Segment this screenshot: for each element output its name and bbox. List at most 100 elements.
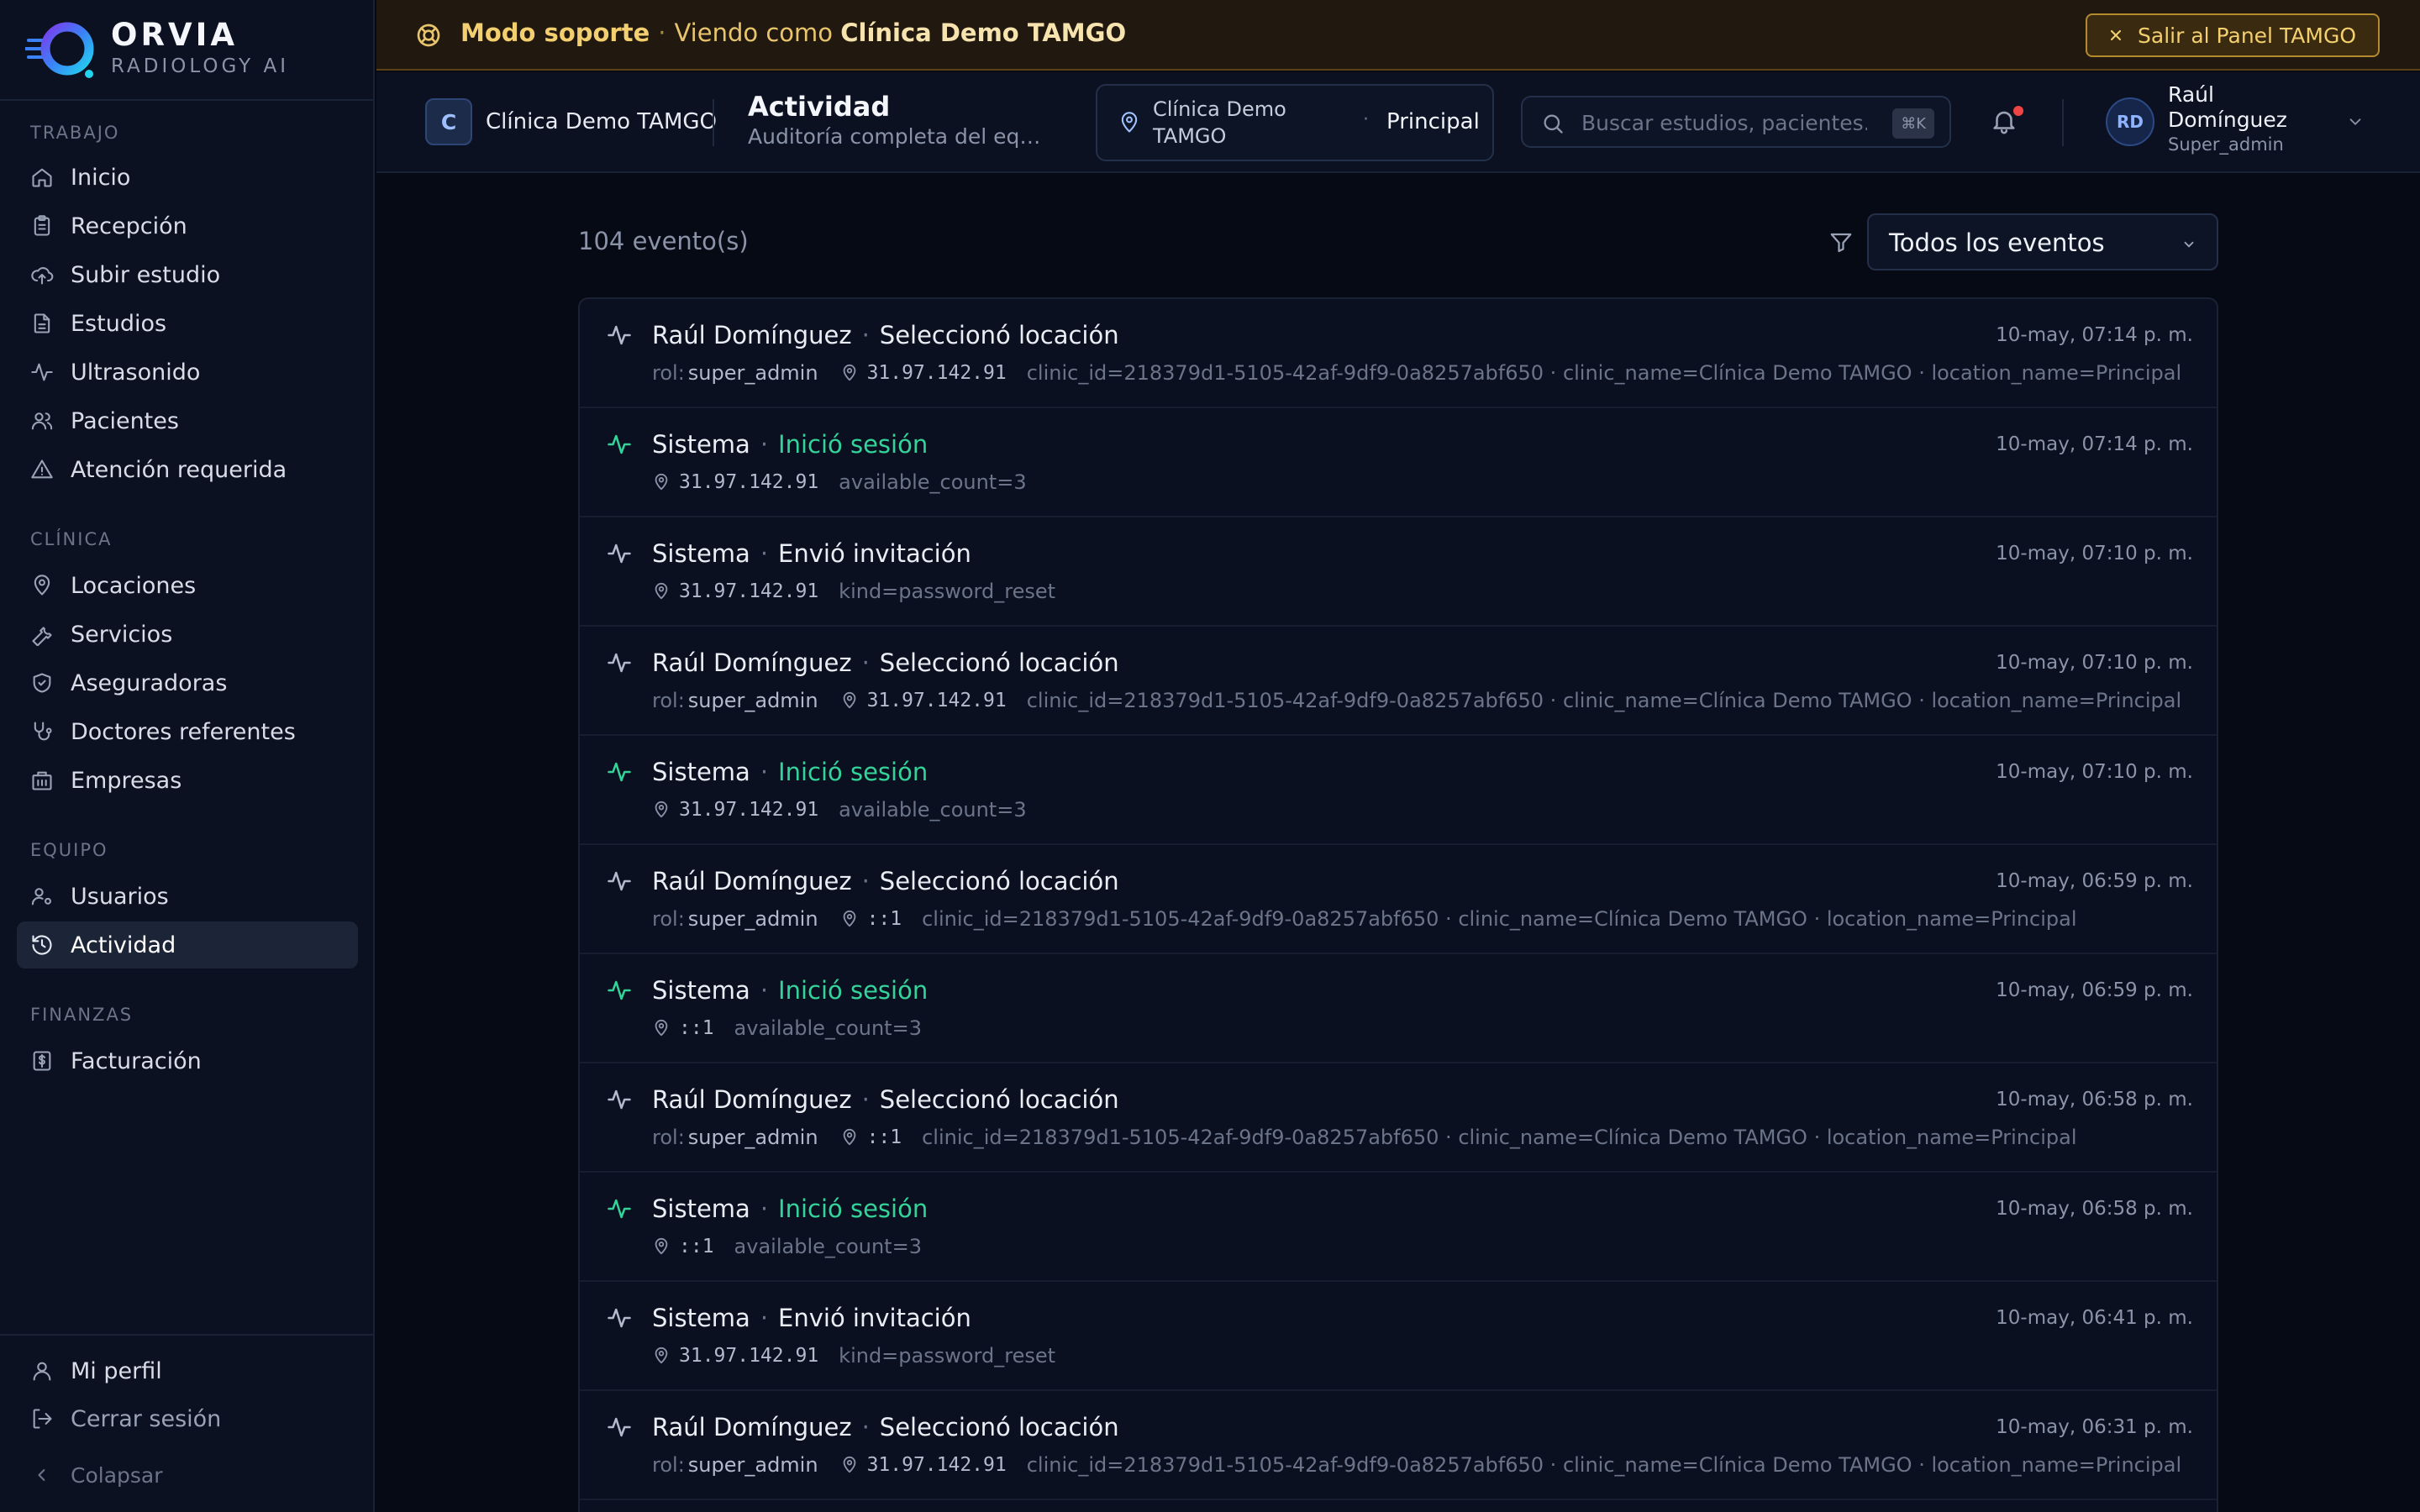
event-row[interactable]: Raúl Domínguez · Seleccionó locación 10-may… — [580, 1391, 2217, 1500]
event-title: Raúl Domínguez · Seleccionó locación — [652, 1413, 1119, 1441]
event-meta: rol: super_admin::1 clinic_id=218379d1-510… — [652, 1126, 2077, 1149]
brand[interactable]: ORVIA RADIOLOGY AI — [25, 17, 353, 84]
global-search[interactable]: ⌘K — [1521, 96, 1951, 148]
sidebar-item-recepcion[interactable]: Recepción — [17, 202, 358, 249]
sidebar-item-cerrar-sesion[interactable]: Cerrar sesión — [17, 1395, 358, 1442]
event-meta: 31.97.142.91 kind=password_reset — [652, 1344, 1055, 1368]
wrench-icon — [32, 627, 52, 646]
divider — [713, 99, 714, 146]
event-filter-select[interactable]: Todos los eventos — [1867, 213, 2218, 270]
event-meta: 31.97.142.91 kind=password_reset — [652, 580, 1055, 603]
sidebar-item-facturacion[interactable]: Facturación — [17, 1037, 358, 1084]
map-pin-icon — [655, 473, 668, 491]
map-pin-icon — [655, 582, 668, 600]
sidebar-item-label: Servicios — [71, 621, 173, 648]
event-details: clinic_id=218379d1-5105-42af-9df9-0a8257… — [1026, 689, 2182, 712]
alert-triangle-icon — [31, 459, 53, 479]
exit-support-button[interactable]: Salir al Panel TAMGO — [2086, 13, 2380, 57]
sidebar-item-ultrasonido[interactable]: Ultrasonido — [17, 349, 358, 396]
activity-icon — [608, 1199, 631, 1219]
sidebar-item-label: Actividad — [71, 932, 176, 958]
sidebar-item-inicio[interactable]: Inicio — [17, 154, 358, 201]
sidebar-item-label: Facturación — [71, 1047, 202, 1074]
sidebar-item-doctores-referentes[interactable]: Doctores referentes — [17, 708, 358, 755]
event-role: super_admin — [687, 689, 818, 712]
sidebar-item-aseguradoras[interactable]: Aseguradoras — [17, 659, 358, 706]
exit-support-label: Salir al Panel TAMGO — [2138, 23, 2356, 48]
sidebar-item-atencion-requerida[interactable]: Atención requerida — [17, 446, 358, 493]
event-row[interactable]: Sistema · Inició sesión 10-may, 06:59 p. m.… — [580, 954, 2217, 1063]
event-details: kind=password_reset — [839, 1344, 1056, 1368]
activity-icon — [608, 762, 631, 782]
banner-mode: Modo soporte — [460, 18, 650, 47]
user-icon — [33, 1362, 51, 1381]
event-title: Raúl Domínguez · Seleccionó locación — [652, 321, 1119, 349]
chevron-down-icon[interactable] — [2346, 113, 2365, 131]
event-actor: Sistema — [652, 539, 750, 568]
sidebar-item-mi-perfil[interactable]: Mi perfil — [17, 1347, 358, 1394]
event-meta: ::1 available_count=3 — [652, 1016, 922, 1040]
sidebar-item-label: Recepción — [71, 213, 187, 239]
event-meta: 31.97.142.91 available_count=3 — [652, 798, 1027, 822]
clinic-badge: C — [425, 98, 472, 145]
user-name[interactable]: Raúl Domínguez — [2168, 82, 2302, 133]
sidebar-item-label: Usuarios — [71, 883, 169, 910]
event-action: Seleccionó locación — [879, 648, 1119, 677]
sidebar-item-estudios[interactable]: Estudios — [17, 300, 358, 347]
event-action: Seleccionó locación — [879, 867, 1119, 895]
event-action: Inició sesión — [778, 758, 929, 786]
avatar[interactable]: RD — [2106, 97, 2154, 146]
sidebar-item-subir-estudio[interactable]: Subir estudio — [17, 251, 358, 298]
activity-icon — [31, 363, 53, 381]
sidebar-item-servicios[interactable]: Servicios — [17, 611, 358, 658]
event-count: 104 evento(s) — [578, 227, 749, 255]
map-pin-icon — [843, 364, 855, 381]
notification-dot — [2013, 106, 2023, 116]
event-separator: · — [861, 867, 870, 895]
event-details: clinic_id=218379d1-5105-42af-9df9-0a8257… — [922, 1126, 2077, 1149]
search-icon — [1544, 114, 1563, 134]
map-pin-icon — [843, 691, 855, 709]
event-row[interactable]: Sistema · Inició sesión 10-may, 07:10 p. m.… — [580, 736, 2217, 845]
collapse-label: Colapsar — [71, 1462, 163, 1488]
sidebar-item-pacientes[interactable]: Pacientes — [17, 397, 358, 444]
event-filter-value: Todos los eventos — [1889, 228, 2105, 257]
event-title: Raúl Domínguez · Seleccionó locación — [652, 867, 1119, 895]
event-row[interactable]: Sistema · Inició sesión 10-may, 06:58 p. m.… — [580, 1173, 2217, 1282]
event-separator: · — [760, 1304, 769, 1332]
sidebar-item-actividad[interactable]: Actividad — [17, 921, 358, 969]
event-row[interactable]: Raúl Domínguez · Seleccionó locación 10-may… — [580, 627, 2217, 736]
location-picker[interactable]: Clínica Demo TAMGO · Principal — [1096, 84, 1494, 161]
event-title: Sistema · Envió invitación — [652, 539, 971, 568]
event-row[interactable]: Raúl Domínguez · Seleccionó locación 10-may… — [580, 299, 2217, 408]
event-row[interactable]: Raúl Domínguez · Seleccionó locación 10-may… — [580, 1063, 2217, 1173]
clinic-switcher[interactable]: C Clínica Demo TAMGO — [425, 98, 717, 145]
sidebar-item-label: Aseguradoras — [71, 669, 228, 696]
event-details: clinic_id=218379d1-5105-42af-9df9-0a8257… — [1026, 361, 2182, 385]
search-input[interactable] — [1581, 106, 1867, 139]
event-row[interactable]: Sistema · Inició sesión 10-may, 07:14 p. m.… — [580, 408, 2217, 517]
event-row[interactable]: Sistema · Envió invitación 10-may, 07:10 p.… — [580, 517, 2217, 627]
event-row[interactable]: Sistema · Envió invitación 10-may, 06:41 p.… — [580, 1282, 2217, 1391]
nav-section-finanzas: FINANZAS — [30, 1005, 134, 1025]
event-ip: 31.97.142.91 — [679, 1345, 819, 1367]
event-separator: · — [861, 1085, 870, 1114]
sidebar-item-label: Locaciones — [71, 572, 197, 599]
event-ip: 31.97.142.91 — [866, 362, 1007, 384]
event-row[interactable]: Raúl Domínguez · Seleccionó locación 10-may… — [580, 845, 2217, 954]
event-details: available_count=3 — [734, 1016, 922, 1040]
event-separator: · — [760, 976, 769, 1005]
activity-icon — [608, 543, 631, 564]
collapse-button[interactable]: Colapsar — [17, 1452, 358, 1499]
sidebar-item-label: Mi perfil — [71, 1357, 162, 1384]
event-title: Sistema · Inició sesión — [652, 1194, 928, 1223]
sidebar-item-locaciones[interactable]: Locaciones — [17, 562, 358, 609]
sidebar-item-usuarios[interactable]: Usuarios — [17, 873, 358, 920]
location-name: Principal — [1386, 109, 1480, 134]
close-icon — [2110, 29, 2122, 41]
event-ip: 31.97.142.91 — [679, 799, 819, 821]
event-ip: ::1 — [679, 1236, 714, 1257]
clinic-name: Clínica Demo TAMGO — [486, 109, 718, 134]
event-role: super_admin — [687, 1126, 818, 1149]
sidebar-item-empresas[interactable]: Empresas — [17, 757, 358, 804]
